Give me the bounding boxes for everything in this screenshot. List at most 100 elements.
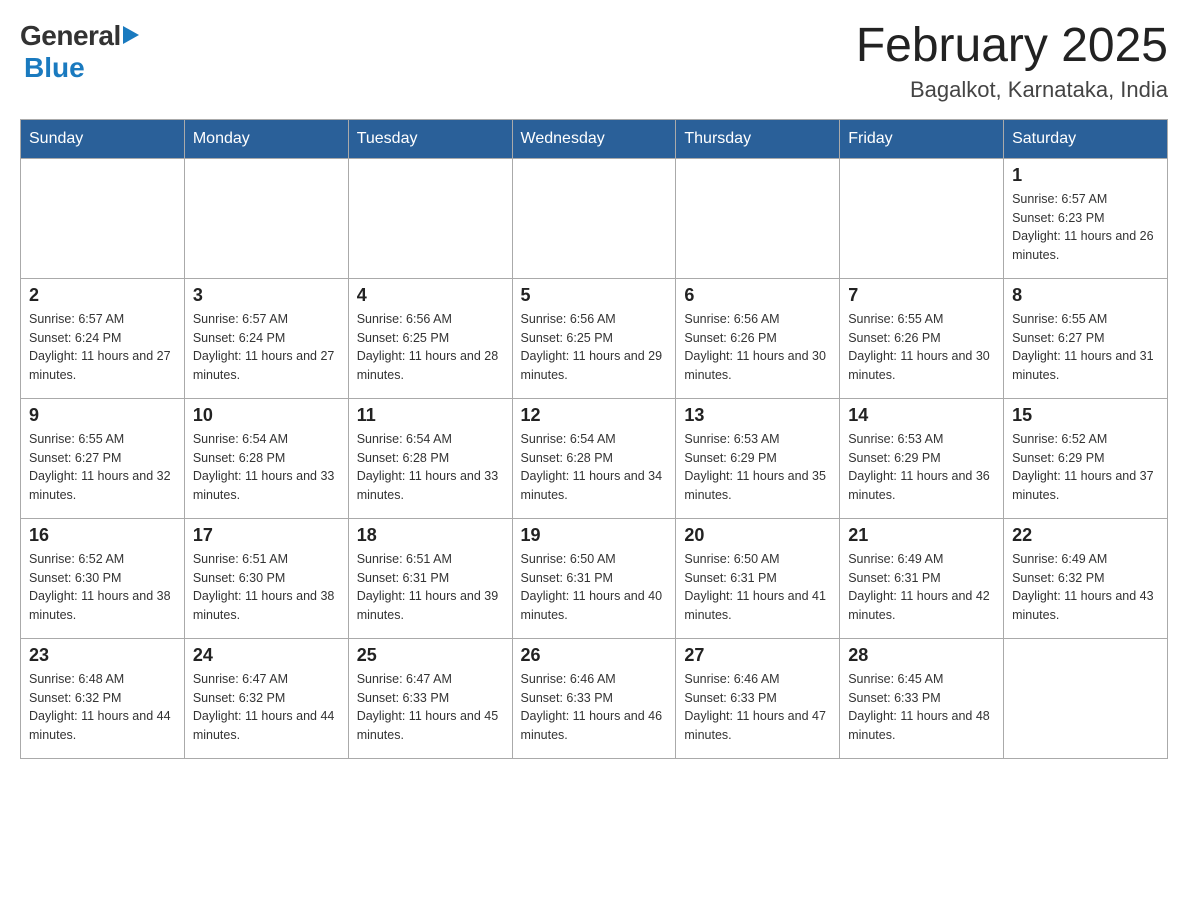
calendar-cell: 28 Sunrise: 6:45 AM Sunset: 6:33 PM Dayli… — [840, 638, 1004, 758]
calendar-cell: 3 Sunrise: 6:57 AM Sunset: 6:24 PM Daylig… — [184, 278, 348, 398]
calendar-table: SundayMondayTuesdayWednesdayThursdayFrid… — [20, 119, 1168, 759]
page-header: General Blue February 2025 Bagalkot, Kar… — [20, 20, 1168, 103]
day-number: 28 — [848, 645, 995, 666]
day-number: 15 — [1012, 405, 1159, 426]
calendar-cell: 19Sunrise: 6:50 AM Sunset: 6:31 PM Dayli… — [512, 518, 676, 638]
day-info: Sunrise: 6:47 AM Sunset: 6:32 PM Dayligh… — [193, 670, 340, 745]
calendar-cell: 22 Sunrise: 6:49 AM Sunset: 6:32 PM Dayli… — [1004, 518, 1168, 638]
calendar-cell: 9 Sunrise: 6:55 AM Sunset: 6:27 PM Daylig… — [21, 398, 185, 518]
calendar-cell — [512, 158, 676, 278]
day-info: Sunrise: 6:46 AM Sunset: 6:33 PM Dayligh… — [684, 670, 831, 745]
calendar-cell: 4 Sunrise: 6:56 AM Sunset: 6:25 PM Daylig… — [348, 278, 512, 398]
day-number: 16 — [29, 525, 176, 546]
week-row-3: 9 Sunrise: 6:55 AM Sunset: 6:27 PM Daylig… — [21, 398, 1168, 518]
weekday-header-tuesday: Tuesday — [348, 119, 512, 158]
calendar-cell — [184, 158, 348, 278]
logo-arrow-icon — [123, 26, 139, 44]
day-number: 10 — [193, 405, 340, 426]
day-number: 9 — [29, 405, 176, 426]
day-info: Sunrise: 6:49 AM Sunset: 6:31 PM Dayligh… — [848, 550, 995, 625]
calendar-cell: 18Sunrise: 6:51 AM Sunset: 6:31 PM Dayli… — [348, 518, 512, 638]
calendar-cell: 2Sunrise: 6:57 AM Sunset: 6:24 PM Daylig… — [21, 278, 185, 398]
day-number: 7 — [848, 285, 995, 306]
weekday-header-saturday: Saturday — [1004, 119, 1168, 158]
day-number: 4 — [357, 285, 504, 306]
day-number: 8 — [1012, 285, 1159, 306]
calendar-cell: 15 Sunrise: 6:52 AM Sunset: 6:29 PM Dayli… — [1004, 398, 1168, 518]
day-info: Sunrise: 6:51 AM Sunset: 6:30 PM Dayligh… — [193, 550, 340, 625]
weekday-header-wednesday: Wednesday — [512, 119, 676, 158]
calendar-cell — [676, 158, 840, 278]
calendar-cell: 7Sunrise: 6:55 AM Sunset: 6:26 PM Daylig… — [840, 278, 1004, 398]
calendar-cell: 16 Sunrise: 6:52 AM Sunset: 6:30 PM Dayli… — [21, 518, 185, 638]
day-number: 24 — [193, 645, 340, 666]
week-row-2: 2 Sunrise: 6:57 AM Sunset: 6:24 PM Daylig… — [21, 278, 1168, 398]
calendar-cell: 11 Sunrise: 6:54 AM Sunset: 6:28 PM Dayli… — [348, 398, 512, 518]
day-info: Sunrise: 6:54 AM Sunset: 6:28 PM Dayligh… — [357, 430, 504, 505]
calendar-cell — [21, 158, 185, 278]
day-info: Sunrise: 6:53 AM Sunset: 6:29 PM Dayligh… — [848, 430, 995, 505]
day-number: 3 — [193, 285, 340, 306]
day-number: 25 — [357, 645, 504, 666]
day-number: 22 — [1012, 525, 1159, 546]
day-number: 12 — [521, 405, 668, 426]
day-info: Sunrise: 6:48 AM Sunset: 6:32 PM Dayligh… — [29, 670, 176, 745]
day-number: 2 — [29, 285, 176, 306]
day-number: 11 — [357, 405, 504, 426]
day-info: Sunrise: 6:55 AM Sunset: 6:27 PM Dayligh… — [29, 430, 176, 505]
week-row-5: 23 Sunrise: 6:48 AM Sunset: 6:32 PM Dayli… — [21, 638, 1168, 758]
calendar-cell: 23 Sunrise: 6:48 AM Sunset: 6:32 PM Dayli… — [21, 638, 185, 758]
day-info: Sunrise: 6:52 AM Sunset: 6:29 PM Dayligh… — [1012, 430, 1159, 505]
logo-general-text: General — [20, 20, 121, 52]
day-info: Sunrise: 6:54 AM Sunset: 6:28 PM Dayligh… — [521, 430, 668, 505]
month-title: February 2025 — [856, 20, 1168, 73]
day-number: 21 — [848, 525, 995, 546]
calendar-cell: 17 Sunrise: 6:51 AM Sunset: 6:30 PM Dayli… — [184, 518, 348, 638]
day-info: Sunrise: 6:52 AM Sunset: 6:30 PM Dayligh… — [29, 550, 176, 625]
day-info: Sunrise: 6:45 AM Sunset: 6:33 PM Dayligh… — [848, 670, 995, 745]
location-text: Bagalkot, Karnataka, India — [856, 77, 1168, 103]
day-number: 5 — [521, 285, 668, 306]
day-info: Sunrise: 6:46 AM Sunset: 6:33 PM Dayligh… — [521, 670, 668, 745]
calendar-cell: 20 Sunrise: 6:50 AM Sunset: 6:31 PM Dayli… — [676, 518, 840, 638]
day-number: 27 — [684, 645, 831, 666]
day-number: 6 — [684, 285, 831, 306]
day-info: Sunrise: 6:55 AM Sunset: 6:27 PM Dayligh… — [1012, 310, 1159, 385]
day-number: 20 — [684, 525, 831, 546]
week-row-4: 16 Sunrise: 6:52 AM Sunset: 6:30 PM Dayli… — [21, 518, 1168, 638]
day-info: Sunrise: 6:49 AM Sunset: 6:32 PM Dayligh… — [1012, 550, 1159, 625]
calendar-cell: 24 Sunrise: 6:47 AM Sunset: 6:32 PM Dayli… — [184, 638, 348, 758]
day-number: 26 — [521, 645, 668, 666]
day-info: Sunrise: 6:57 AM Sunset: 6:24 PM Dayligh… — [193, 310, 340, 385]
calendar-cell: 21 Sunrise: 6:49 AM Sunset: 6:31 PM Dayli… — [840, 518, 1004, 638]
logo-blue-text: Blue — [24, 52, 85, 84]
day-info: Sunrise: 6:56 AM Sunset: 6:26 PM Dayligh… — [684, 310, 831, 385]
day-number: 18 — [357, 525, 504, 546]
day-info: Sunrise: 6:54 AM Sunset: 6:28 PM Dayligh… — [193, 430, 340, 505]
day-info: Sunrise: 6:50 AM Sunset: 6:31 PM Dayligh… — [684, 550, 831, 625]
day-number: 23 — [29, 645, 176, 666]
day-number: 14 — [848, 405, 995, 426]
weekday-header-sunday: Sunday — [21, 119, 185, 158]
calendar-cell: 27 Sunrise: 6:46 AM Sunset: 6:33 PM Dayli… — [676, 638, 840, 758]
day-info: Sunrise: 6:56 AM Sunset: 6:25 PM Dayligh… — [521, 310, 668, 385]
calendar-cell: 1 Sunrise: 6:57 AM Sunset: 6:23 PM Daylig… — [1004, 158, 1168, 278]
weekday-header-monday: Monday — [184, 119, 348, 158]
calendar-cell — [840, 158, 1004, 278]
day-info: Sunrise: 6:47 AM Sunset: 6:33 PM Dayligh… — [357, 670, 504, 745]
logo: General Blue — [20, 20, 139, 84]
day-number: 19 — [521, 525, 668, 546]
week-row-1: 1 Sunrise: 6:57 AM Sunset: 6:23 PM Daylig… — [21, 158, 1168, 278]
day-number: 17 — [193, 525, 340, 546]
weekday-header-row: SundayMondayTuesdayWednesdayThursdayFrid… — [21, 119, 1168, 158]
calendar-cell — [348, 158, 512, 278]
day-number: 13 — [684, 405, 831, 426]
calendar-cell: 14 Sunrise: 6:53 AM Sunset: 6:29 PM Dayli… — [840, 398, 1004, 518]
day-info: Sunrise: 6:57 AM Sunset: 6:23 PM Dayligh… — [1012, 190, 1159, 265]
calendar-cell: 25 Sunrise: 6:47 AM Sunset: 6:33 PM Dayli… — [348, 638, 512, 758]
calendar-cell: 12 Sunrise: 6:54 AM Sunset: 6:28 PM Dayli… — [512, 398, 676, 518]
calendar-cell — [1004, 638, 1168, 758]
day-info: Sunrise: 6:56 AM Sunset: 6:25 PM Dayligh… — [357, 310, 504, 385]
calendar-cell: 6 Sunrise: 6:56 AM Sunset: 6:26 PM Daylig… — [676, 278, 840, 398]
day-number: 1 — [1012, 165, 1159, 186]
